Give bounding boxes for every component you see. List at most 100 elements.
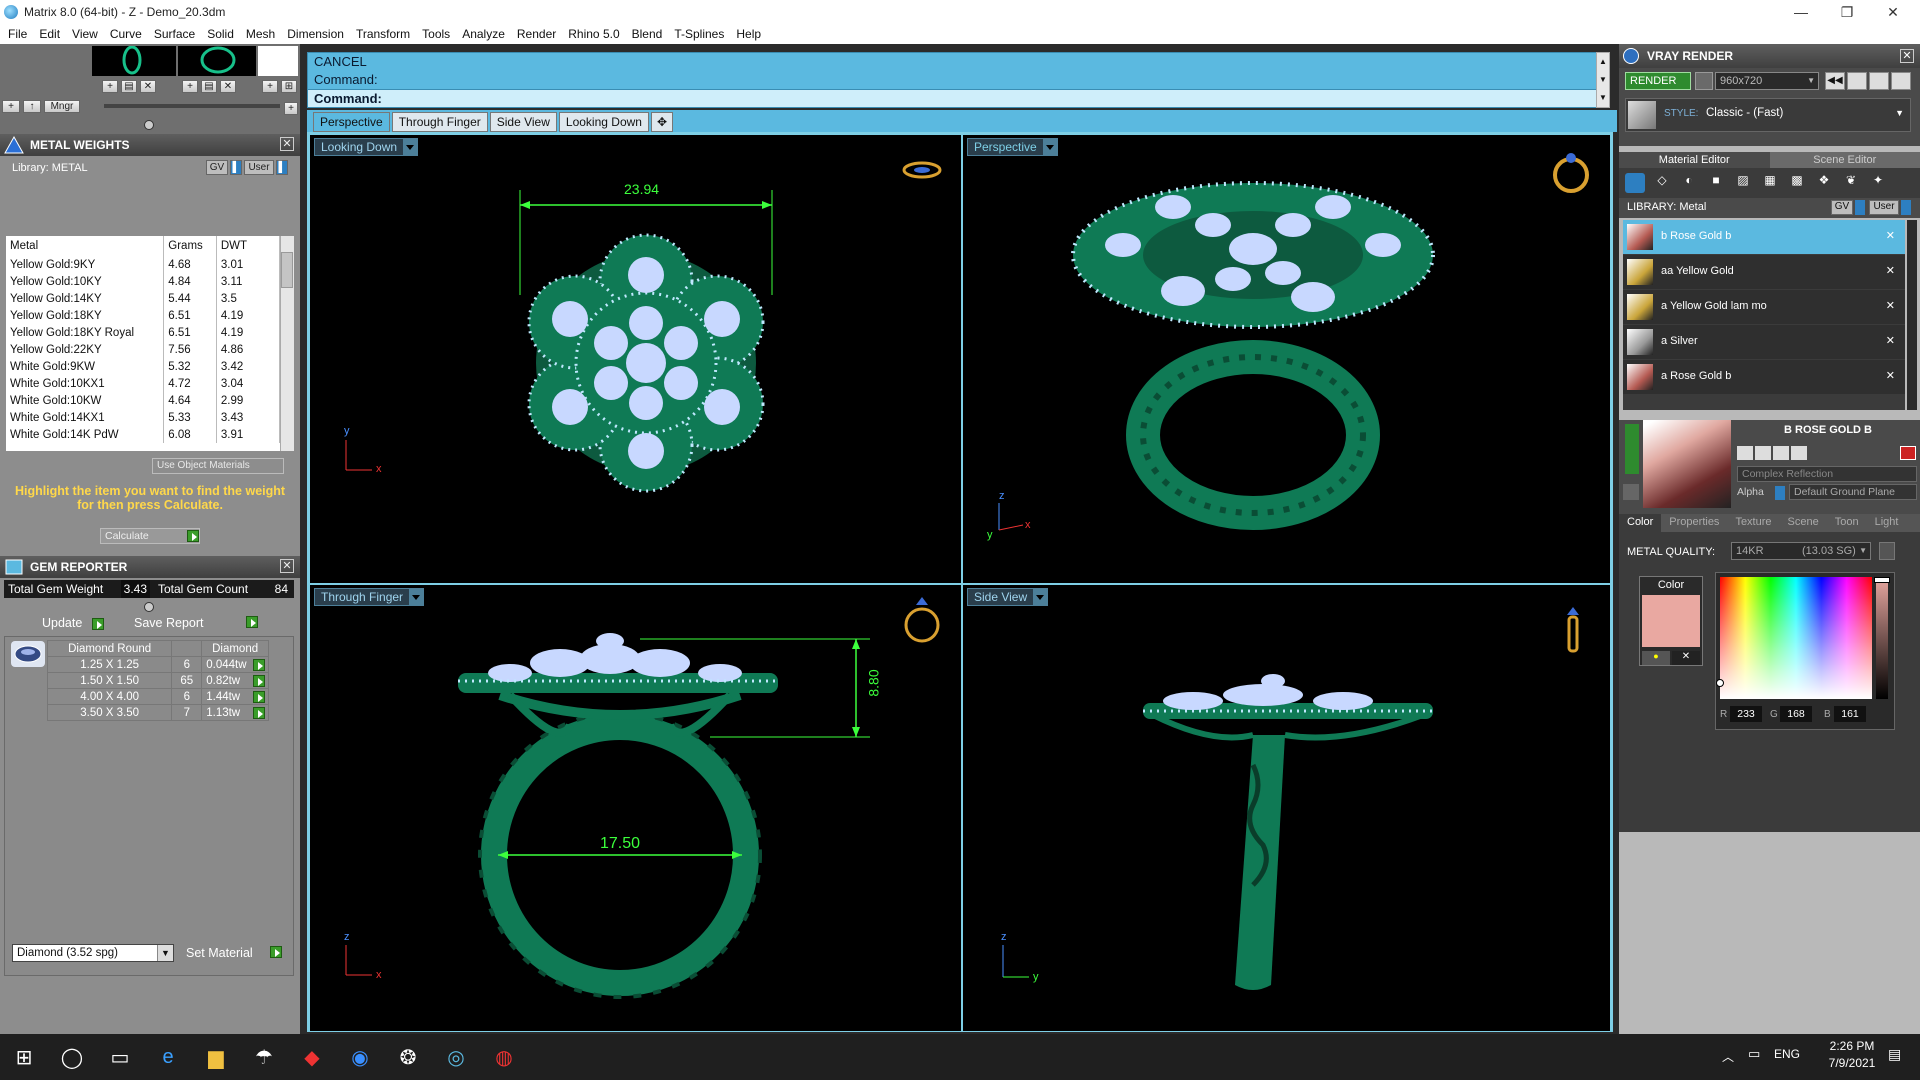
app-icon[interactable]: ❂ bbox=[384, 1034, 432, 1080]
command-input[interactable]: Command: bbox=[308, 89, 1608, 107]
frames-icon[interactable] bbox=[1847, 72, 1867, 90]
save-report-button[interactable]: Save Report bbox=[134, 616, 258, 632]
list-item[interactable]: aa Yellow Gold ✕ bbox=[1623, 255, 1905, 289]
table-row[interactable]: White Gold:14K PdW 6.08 3.91 bbox=[6, 426, 281, 443]
close-icon[interactable]: ✕ bbox=[1900, 49, 1914, 63]
tab-scene-editor[interactable]: Scene Editor bbox=[1770, 152, 1920, 168]
menu-tools[interactable]: Tools bbox=[416, 27, 456, 41]
menu-analyze[interactable]: Analyze bbox=[456, 27, 511, 41]
render-settings-icon[interactable] bbox=[1695, 72, 1713, 90]
table-row[interactable]: White Gold:10KX1 4.72 3.04 bbox=[6, 375, 281, 392]
copy-material-icon[interactable] bbox=[1755, 446, 1771, 460]
select-gem-icon[interactable] bbox=[253, 659, 265, 671]
table-row[interactable]: Yellow Gold:9KY 4.68 3.01 bbox=[6, 256, 281, 273]
table-row[interactable]: Yellow Gold:18KY 6.51 4.19 bbox=[6, 307, 281, 324]
style-select[interactable]: STYLE: Classic - (Fast) ▼ bbox=[1625, 98, 1911, 132]
gv-indicator[interactable] bbox=[1855, 200, 1865, 215]
light-type-icon[interactable]: ✦ bbox=[1868, 173, 1888, 193]
table-row[interactable]: White Gold:9KW 5.32 3.42 bbox=[6, 358, 281, 375]
file-explorer-icon[interactable]: ▆ bbox=[192, 1034, 240, 1080]
thumb-add-icon[interactable]: + bbox=[102, 80, 118, 93]
resolution-select[interactable]: 960x720 ▼ bbox=[1715, 72, 1819, 90]
language-indicator[interactable]: ENG bbox=[1774, 1047, 1800, 1061]
viewport-through-finger[interactable]: Through Finger 8.80 17.50 z x bbox=[310, 585, 961, 1031]
up-arrow-icon[interactable]: ↑ bbox=[23, 100, 41, 113]
tab-material-editor[interactable]: Material Editor bbox=[1619, 152, 1770, 168]
color-swatch[interactable] bbox=[1642, 595, 1700, 647]
rewind-icon[interactable]: ◀◀ bbox=[1825, 72, 1845, 90]
zalo-icon[interactable]: ◉ bbox=[336, 1034, 384, 1080]
select-gem-icon[interactable] bbox=[253, 691, 265, 703]
col-metal[interactable]: Metal bbox=[6, 236, 165, 256]
thumbnail-2[interactable] bbox=[178, 46, 256, 76]
metal-quality-settings-icon[interactable] bbox=[1879, 542, 1895, 560]
paste-material-icon[interactable] bbox=[1773, 446, 1789, 460]
menu-help[interactable]: Help bbox=[730, 27, 767, 41]
remove-icon[interactable]: ✕ bbox=[1886, 299, 1895, 312]
thumbnail-1[interactable] bbox=[92, 45, 176, 76]
refresh-material-icon[interactable] bbox=[1791, 446, 1807, 460]
texture-type-icon[interactable]: ▦ bbox=[1760, 173, 1780, 193]
metal-table-scrollbar[interactable] bbox=[280, 236, 294, 451]
thumb-add-icon[interactable]: + bbox=[182, 80, 198, 93]
close-window-button[interactable]: ✕ bbox=[1870, 0, 1916, 24]
thumb-add-icon[interactable]: + bbox=[262, 80, 278, 93]
select-gem-icon[interactable] bbox=[253, 675, 265, 687]
table-row[interactable]: White Gold:14KX1 5.33 3.43 bbox=[6, 409, 281, 426]
tab-through-finger[interactable]: Through Finger bbox=[391, 112, 488, 132]
b-value-input[interactable]: 161 bbox=[1834, 706, 1866, 722]
notifications-icon[interactable]: ▤ bbox=[1888, 1046, 1901, 1063]
splitter-knob[interactable] bbox=[144, 602, 154, 612]
menu-tsplines[interactable]: T-Splines bbox=[668, 27, 730, 41]
menu-view[interactable]: View bbox=[66, 27, 104, 41]
list-icon[interactable] bbox=[1869, 72, 1889, 90]
list-item[interactable]: a Yellow Gold lam mo ✕ bbox=[1623, 290, 1905, 324]
menu-edit[interactable]: Edit bbox=[33, 27, 66, 41]
color-gradient[interactable] bbox=[1720, 577, 1872, 699]
color-cursor[interactable] bbox=[1716, 679, 1724, 687]
remove-icon[interactable]: ✕ bbox=[1886, 369, 1895, 382]
expand-icon[interactable] bbox=[1623, 484, 1639, 500]
metal-quality-select[interactable]: 14KR (13.03 SG) ▼ bbox=[1731, 542, 1871, 560]
user-toggle[interactable]: User bbox=[1869, 200, 1899, 215]
network-icon[interactable]: ▭ bbox=[1748, 1046, 1760, 1062]
thumb-delete-icon[interactable]: ✕ bbox=[220, 80, 236, 93]
mesh-type-icon[interactable]: ▩ bbox=[1787, 173, 1807, 193]
thumb-slider-track[interactable] bbox=[104, 104, 280, 108]
menu-curve[interactable]: Curve bbox=[104, 27, 148, 41]
app-icon[interactable]: ◆ bbox=[288, 1034, 336, 1080]
task-view-icon[interactable]: ▭ bbox=[96, 1034, 144, 1080]
menu-dimension[interactable]: Dimension bbox=[281, 27, 350, 41]
app-icon[interactable]: ☂ bbox=[240, 1034, 288, 1080]
grid-icon[interactable] bbox=[1891, 72, 1911, 90]
windows-start-icon[interactable]: ⊞ bbox=[0, 1034, 48, 1080]
menu-rhino[interactable]: Rhino 5.0 bbox=[562, 27, 625, 41]
thumb-plus-icon[interactable]: + bbox=[284, 100, 298, 115]
list-item[interactable]: a Rose Gold b ✕ bbox=[1623, 360, 1905, 394]
table-row[interactable]: Yellow Gold:14KY 5.44 3.5 bbox=[6, 290, 281, 307]
close-icon[interactable]: ✕ bbox=[280, 137, 294, 151]
tab-looking-down[interactable]: Looking Down bbox=[558, 112, 649, 132]
thumb-expand-icon[interactable]: ⊞ bbox=[281, 80, 297, 93]
clear-color-icon[interactable]: ✕ bbox=[1672, 651, 1700, 665]
tab-scene[interactable]: Scene bbox=[1780, 514, 1827, 532]
clock-date[interactable]: 7/9/2021 bbox=[1822, 1056, 1882, 1070]
table-row[interactable]: White Gold:10KW 4.64 2.99 bbox=[6, 392, 281, 409]
ground-plane-select[interactable]: Default Ground Plane bbox=[1789, 484, 1917, 500]
tab-side-view[interactable]: Side View bbox=[489, 112, 557, 132]
menu-surface[interactable]: Surface bbox=[148, 27, 201, 41]
save-material-icon[interactable] bbox=[1737, 446, 1753, 460]
calculate-button[interactable]: Calculate bbox=[100, 528, 200, 544]
menu-render[interactable]: Render bbox=[511, 27, 562, 41]
leaf-type-icon[interactable]: ❦ bbox=[1841, 173, 1861, 193]
add-tab-icon[interactable]: ✥ bbox=[650, 112, 674, 132]
thumb-save-icon[interactable]: ▤ bbox=[121, 80, 137, 93]
alpha-toggle[interactable] bbox=[1775, 486, 1785, 500]
plus-icon[interactable]: + bbox=[2, 100, 20, 113]
col-dwt[interactable]: DWT bbox=[216, 236, 281, 256]
thumb-delete-icon[interactable]: ✕ bbox=[140, 80, 156, 93]
gem-row[interactable]: 3.50 X 3.50 7 1.13tw bbox=[46, 704, 269, 721]
thumbnail-3[interactable] bbox=[258, 46, 298, 76]
user-indicator[interactable]: ▌ bbox=[276, 160, 288, 175]
minimize-button[interactable]: — bbox=[1778, 0, 1824, 24]
